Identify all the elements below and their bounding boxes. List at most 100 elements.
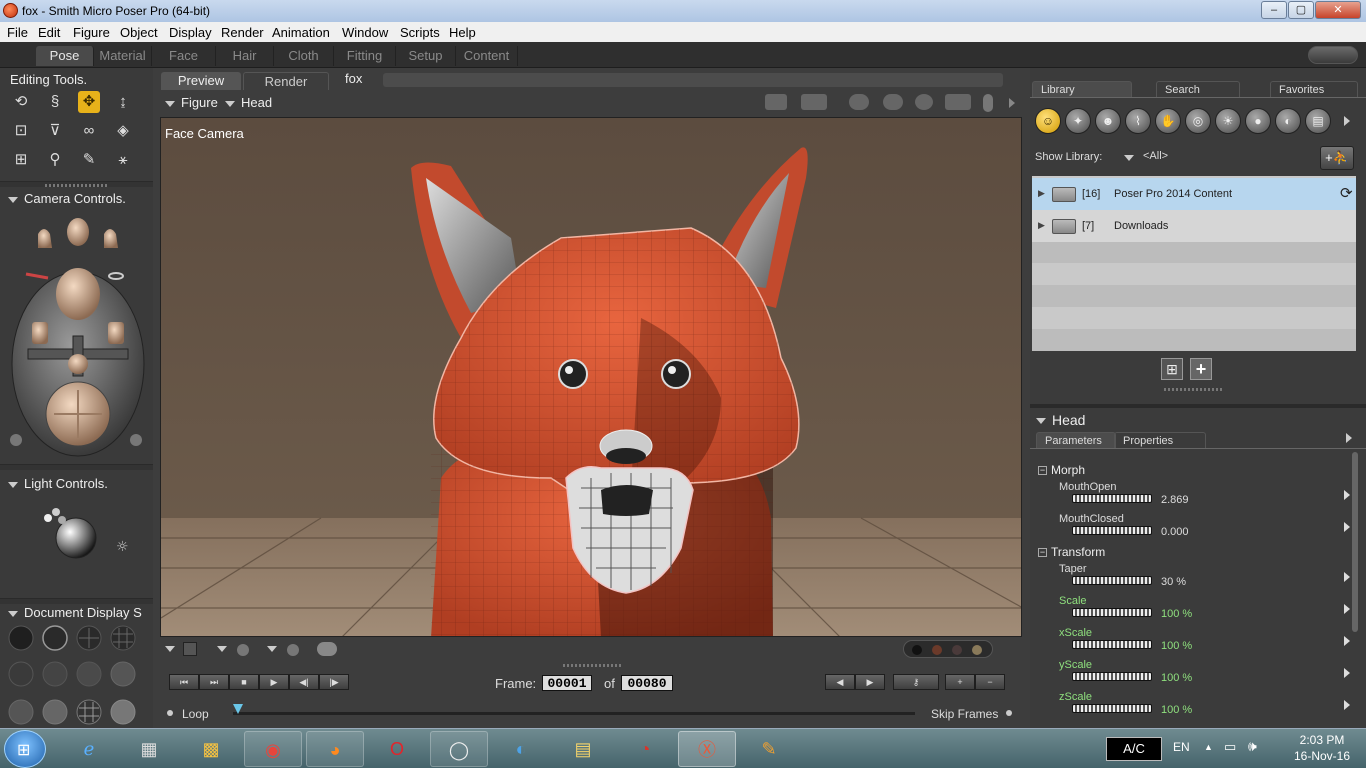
display-style-buttons[interactable] [6,624,140,728]
poser-app-icon[interactable] [3,3,18,18]
apps-grid-icon[interactable]: ▩ [182,731,240,767]
tab-properties[interactable]: Properties [1114,432,1206,448]
menu-object[interactable]: Object [120,25,158,40]
tab-face[interactable]: Face [152,46,216,66]
param-yscale-dial[interactable] [1072,672,1152,681]
expressions-category-icon[interactable]: ☻ [1095,108,1121,134]
dropdown-triangle-icon[interactable] [267,646,277,652]
dropdown-triangle-icon[interactable] [217,646,227,652]
poses-category-icon[interactable]: ✦ [1065,108,1091,134]
props-category-icon[interactable]: ◎ [1185,108,1211,134]
menu-window[interactable]: Window [342,25,388,40]
background-color-swatches[interactable] [903,640,993,658]
volume-icon[interactable]: 🕪 [1248,738,1257,755]
tab-render[interactable]: Render [243,72,329,90]
timeline-slider-track[interactable] [233,712,915,715]
multi-view-icon[interactable] [317,642,337,656]
tab-fitting[interactable]: Fitting [334,46,396,66]
param-zscale-dial[interactable] [1072,704,1152,713]
play-button[interactable]: ▶ [259,674,289,690]
stop-button[interactable]: ■ [229,674,259,690]
morph-section-header[interactable]: − Morph [1038,463,1085,477]
scenes-category-icon[interactable]: ▤ [1305,108,1331,134]
color-tool-icon[interactable]: ◈ [112,120,134,142]
figure-selector[interactable]: Figure [165,95,218,110]
drag-grip[interactable] [563,664,623,667]
param-scale-dial[interactable] [1072,608,1152,617]
tab-search[interactable]: Search [1156,81,1240,97]
translate-in-out-tool-icon[interactable]: ↨ [112,91,134,113]
new-folder-icon[interactable]: ⊞ [1161,358,1183,380]
add-to-library-icon[interactable]: + [1190,358,1212,380]
camera-controls-widget[interactable] [8,214,148,459]
dropdown-triangle-icon[interactable] [1124,155,1134,161]
minimize-button[interactable]: – [1261,1,1287,19]
start-button[interactable]: ⊞ [4,730,46,768]
internet-explorer-icon[interactable]: ℯ [60,731,118,767]
param-xscale-dial[interactable] [1072,640,1152,649]
refresh-icon[interactable]: ⟳ [1340,184,1353,202]
param-taper-value[interactable]: 30 % [1161,576,1186,588]
more-categories-arrow-icon[interactable] [1344,116,1350,126]
poser-taskbar-icon[interactable]: Ⓧ [678,731,736,767]
param-scale-value[interactable]: 100 % [1161,608,1192,620]
collapse-triangle-icon[interactable] [8,610,18,617]
menu-help[interactable]: Help [449,25,476,40]
step-forward-button[interactable]: |▶ [319,674,349,690]
network-globe-icon[interactable]: ◐ [492,731,550,767]
fly-around-icon[interactable] [883,94,903,110]
rotate-tool-icon[interactable]: ⟲ [10,91,32,113]
menu-display[interactable]: Display [169,25,212,40]
media-player-icon[interactable]: ◔ [616,731,674,767]
tab-favorites[interactable]: Favorites [1270,81,1358,97]
tab-content[interactable]: Content [456,46,518,66]
move-camera-icon[interactable] [945,94,971,110]
go-to-start-button[interactable]: ⏮ [169,674,199,690]
skip-frames-radio[interactable] [1006,710,1012,716]
menu-scripts[interactable]: Scripts [400,25,440,40]
scale-tool-icon[interactable]: ⊡ [10,120,32,142]
drag-grip[interactable] [45,184,109,187]
tab-setup[interactable]: Setup [396,46,456,66]
network-icon[interactable]: ▭ [1224,739,1236,755]
param-zscale-value[interactable]: 100 % [1161,704,1192,716]
parameters-scrollbar[interactable] [1352,452,1358,632]
grouping-tool-icon[interactable]: ⊞ [10,149,32,171]
tab-preview[interactable]: Preview [161,72,241,90]
translate-tool-icon[interactable]: ✥ [78,91,100,113]
figures-category-icon[interactable]: ☺ [1035,108,1061,134]
go-to-end-button[interactable]: ⏭ [199,674,229,690]
taper-tool-icon[interactable]: ⊽ [44,120,66,142]
param-mouthclosed-dial[interactable] [1072,526,1152,535]
param-menu-arrow-icon[interactable] [1344,636,1350,646]
param-menu-arrow-icon[interactable] [1344,572,1350,582]
video-camera-icon[interactable] [801,94,827,110]
total-frames-field[interactable]: 00080 [621,675,673,691]
tab-pose[interactable]: Pose [36,46,94,66]
twist-tool-icon[interactable]: § [44,91,66,113]
next-keyframe-button[interactable]: ▶ [855,674,885,690]
menu-figure[interactable]: Figure [73,25,110,40]
param-menu-arrow-icon[interactable] [1344,490,1350,500]
shadow-toggle-icon[interactable] [849,94,869,110]
camera-icon[interactable] [765,94,787,110]
opera-neon-icon[interactable]: ◯ [430,731,488,767]
dropdown-triangle-icon[interactable] [165,646,175,652]
expand-arrow-icon[interactable] [1009,98,1015,108]
view-magnifier-icon[interactable]: ⚲ [44,149,66,171]
param-menu-arrow-icon[interactable] [1344,668,1350,678]
file-explorer-icon[interactable]: ▤ [554,731,612,767]
cameras-category-icon[interactable]: ● [1245,108,1271,134]
param-menu-arrow-icon[interactable] [1344,522,1350,532]
param-menu-arrow-icon[interactable] [1344,700,1350,710]
menu-edit[interactable]: Edit [38,25,60,40]
menu-render[interactable]: Render [221,25,264,40]
library-folder-row[interactable]: ▶ [7] Downloads [1032,210,1356,242]
collapse-triangle-icon[interactable] [1036,418,1046,425]
current-frame-field[interactable]: 00001 [542,675,592,691]
chrome-icon[interactable]: ◉ [244,731,302,767]
param-yscale-value[interactable]: 100 % [1161,672,1192,684]
show-hidden-icons-icon[interactable]: ▲ [1204,742,1213,752]
tab-library[interactable]: Library [1032,81,1132,97]
chain-break-tool-icon[interactable]: ∞ [78,120,100,142]
